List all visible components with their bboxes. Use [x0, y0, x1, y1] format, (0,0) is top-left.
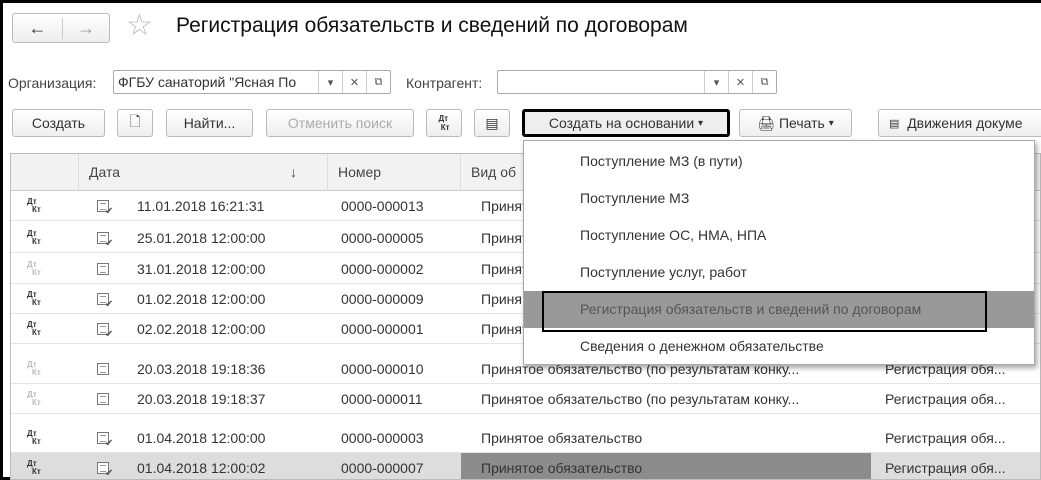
contr-label: Контрагент:	[406, 75, 483, 91]
cell-date: 01.04.2018 12:00:02	[137, 460, 266, 476]
dtkt-icon: Дт Кт	[27, 260, 41, 277]
favorite-star-icon[interactable]: ☆	[126, 8, 153, 43]
cell-number: 0000-000003	[341, 430, 424, 446]
cell-vid: Принятое обязательство	[481, 430, 643, 446]
posted-document-icon: ✔	[97, 293, 113, 310]
cell-date: 20.03.2018 19:18:37	[137, 391, 266, 407]
table-row[interactable]: Дт Кт 20.03.2018 19:18:37 0000-000011 При…	[11, 384, 1040, 414]
add-document-icon: 🗋	[129, 113, 141, 129]
forward-button[interactable]: →	[63, 18, 109, 39]
cell-number: 0000-000005	[341, 230, 424, 246]
header-date[interactable]: Дата ↓	[79, 154, 328, 191]
header-number[interactable]: Номер	[328, 154, 461, 191]
org-field[interactable]: ФГБУ санаторий "Ясная По ▾ ✕ ⧉	[113, 70, 391, 94]
cell-number: 0000-000013	[341, 198, 424, 214]
cell-date: 20.03.2018 19:18:36	[137, 361, 266, 377]
cell-vid: Принятое обязательство	[461, 453, 871, 479]
create-based-button[interactable]: Создать на основании ▾	[522, 109, 730, 137]
table-row[interactable]: Дт Кт ✔ 01.04.2018 12:00:00 0000-000003 П…	[11, 423, 1040, 453]
dtkt-icon: Дт Кт	[27, 320, 41, 337]
dtkt-icon: Дт Кт	[27, 390, 41, 407]
cell-date: 31.01.2018 12:00:00	[137, 261, 266, 277]
header-icon-col	[11, 154, 79, 191]
cell-number: 0000-000001	[341, 321, 424, 337]
list-button[interactable]: ▤	[474, 109, 510, 137]
cell-number: 0000-000011	[341, 391, 423, 407]
dtkt-icon: Дт Кт	[27, 197, 41, 214]
menu-item[interactable]: Поступление ОС, НМА, НПА	[524, 217, 1034, 254]
menu-item[interactable]: Поступление МЗ (в пути)	[524, 143, 1034, 180]
menu-item[interactable]: Поступление МЗ	[524, 180, 1034, 217]
report-icon: ▤	[889, 117, 900, 130]
posted-document-icon: ✔	[97, 323, 113, 340]
clear-icon[interactable]: ✕	[342, 71, 366, 93]
document-icon	[97, 363, 109, 375]
menu-item[interactable]: Регистрация обязательств и сведений по д…	[524, 291, 1034, 332]
create-button[interactable]: Создать	[12, 109, 105, 137]
movements-label: Движения докуме	[907, 115, 1023, 131]
cell-registration: Регистрация обя...	[885, 460, 1006, 476]
cell-vid: Принятое обязательство (по результатам к…	[481, 391, 800, 407]
cell-date: 11.01.2018 16:21:31	[137, 198, 265, 214]
cell-date: 02.02.2018 12:00:00	[137, 321, 266, 337]
cell-date: 01.02.2018 12:00:00	[137, 291, 266, 307]
sort-arrow-icon: ↓	[290, 164, 297, 180]
menu-item[interactable]: Поступление услуг, работ	[524, 254, 1034, 291]
dtkt-icon: Дт Кт	[438, 114, 450, 132]
dtkt-icon: Дт Кт	[27, 360, 41, 377]
posted-document-icon: ✔	[97, 462, 113, 479]
nav-buttons: ← →	[12, 13, 110, 43]
cell-number: 0000-000010	[341, 361, 424, 377]
dtkt-button[interactable]: Дт Кт	[426, 109, 462, 137]
cell-number: 0000-000009	[341, 291, 424, 307]
clear-icon[interactable]: ✕	[728, 71, 752, 93]
menu-item[interactable]: Сведения о денежном обязательстве	[524, 328, 1034, 365]
dtkt-icon: Дт Кт	[27, 459, 41, 476]
create-based-menu: Поступление МЗ (в пути) Поступление МЗ Пос…	[523, 140, 1035, 365]
dropdown-icon[interactable]: ▾	[704, 71, 728, 93]
cell-number: 0000-000007	[341, 460, 424, 476]
header-date-label: Дата	[89, 164, 121, 180]
page-title: Регистрация обязательств и сведений по д…	[176, 14, 688, 37]
cell-registration: Регистрация обя...	[885, 391, 1006, 407]
posted-document-icon: ✔	[97, 432, 113, 449]
cell-registration: Регистрация обя...	[885, 430, 1006, 446]
dtkt-icon: Дт Кт	[27, 429, 41, 446]
cell-number: 0000-000002	[341, 261, 424, 277]
print-button[interactable]: 🖨 Печать ▾	[739, 109, 852, 137]
document-icon	[97, 393, 109, 405]
open-icon[interactable]: ⧉	[752, 71, 776, 93]
copy-add-button[interactable]: 🗋	[117, 109, 153, 137]
org-label: Организация:	[8, 75, 97, 91]
create-based-label: Создать на основании	[548, 115, 695, 131]
table-row[interactable]: Дт Кт ✔ 01.04.2018 12:00:02 0000-000007 П…	[11, 453, 1040, 479]
document-icon	[97, 263, 109, 275]
find-button[interactable]: Найти...	[166, 109, 253, 137]
cancel-search-button[interactable]: Отменить поиск	[266, 109, 414, 137]
open-icon[interactable]: ⧉	[366, 71, 390, 93]
contr-field[interactable]: ▾ ✕ ⧉	[497, 70, 777, 94]
cell-date: 01.04.2018 12:00:00	[137, 430, 266, 446]
posted-document-icon: ✔	[97, 232, 113, 249]
chevron-down-icon: ▾	[828, 117, 834, 129]
org-value: ФГБУ санаторий "Ясная По	[118, 74, 297, 90]
dtkt-icon: Дт Кт	[27, 290, 41, 307]
chevron-down-icon: ▾	[698, 117, 704, 129]
back-button[interactable]: ←	[13, 17, 63, 39]
dropdown-icon[interactable]: ▾	[318, 71, 342, 93]
list-icon: ▤	[485, 114, 499, 131]
dtkt-icon: Дт Кт	[27, 229, 41, 246]
print-label: Печать	[778, 115, 825, 131]
cell-date: 25.01.2018 12:00:00	[137, 230, 266, 246]
movements-button[interactable]: ▤ Движения докуме	[878, 109, 1041, 137]
posted-document-icon: ✔	[97, 200, 113, 217]
printer-icon: 🖨	[757, 114, 776, 131]
